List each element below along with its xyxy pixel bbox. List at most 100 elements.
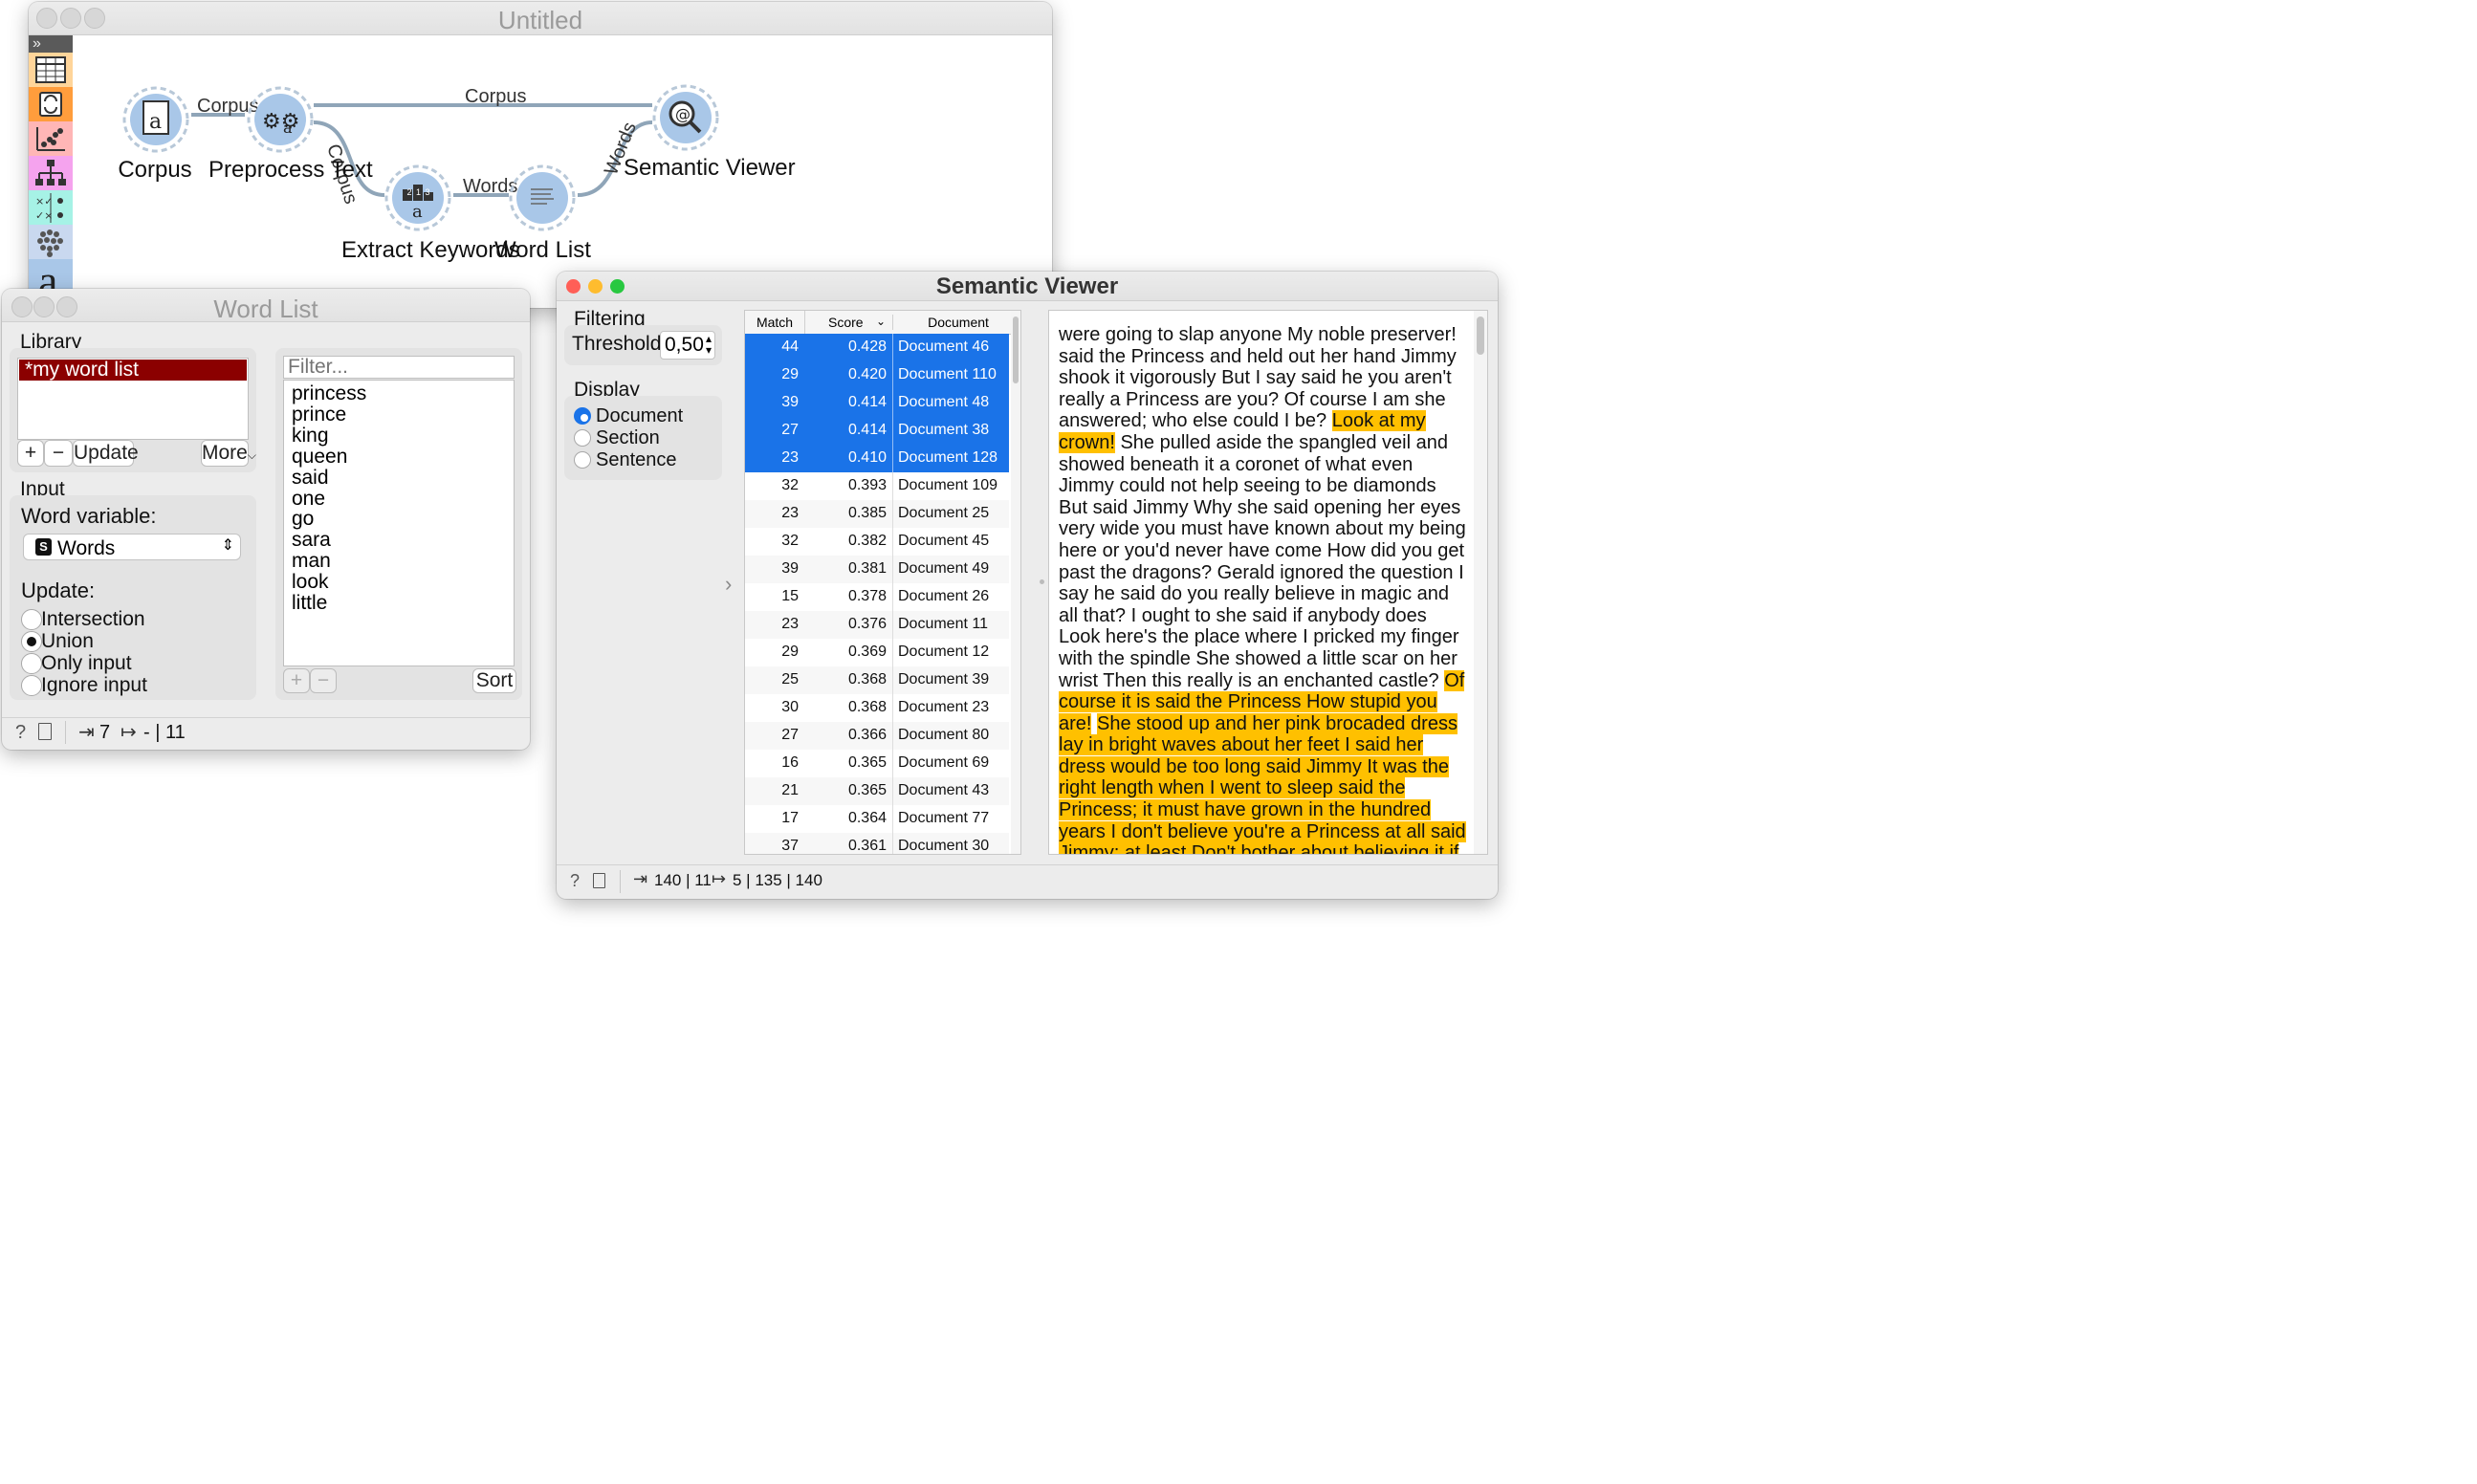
help-icon[interactable]: ?: [15, 722, 26, 744]
column-header-document[interactable]: Document: [892, 315, 1020, 330]
radio-sentence[interactable]: [574, 451, 591, 469]
more-button[interactable]: More⌵: [201, 440, 256, 467]
word-list-titlebar: Word List: [2, 289, 530, 323]
words-list[interactable]: princess prince king queen said one go sara man l…: [283, 380, 515, 666]
word-item[interactable]: queen: [292, 446, 347, 469]
table-row[interactable]: 27 0.414 Document 38: [745, 417, 1009, 446]
semantic-viewer-node[interactable]: @: [652, 84, 719, 151]
threshold-value: 0,50: [665, 334, 704, 356]
word-item[interactable]: man: [292, 550, 331, 573]
report-icon[interactable]: [38, 723, 52, 740]
table-row[interactable]: 27 0.366 Document 80: [745, 722, 1009, 751]
word-item[interactable]: look: [292, 571, 329, 594]
document-view[interactable]: were going to slap anyone My noble prese…: [1048, 310, 1488, 855]
update-option-label: Only input: [41, 652, 132, 674]
radio-intersection[interactable]: [21, 609, 42, 630]
library-item[interactable]: *my word list: [19, 360, 247, 381]
update-option-label: Intersection: [41, 608, 145, 630]
help-icon[interactable]: ?: [570, 871, 580, 891]
table-row[interactable]: 39 0.381 Document 49: [745, 556, 1009, 584]
table-row[interactable]: 29 0.420 Document 110: [745, 361, 1009, 390]
match-cell: 23: [781, 616, 799, 632]
document-scrollbar-thumb[interactable]: [1477, 316, 1484, 355]
library-list[interactable]: *my word list: [17, 358, 249, 440]
extract-keywords-node[interactable]: a 2 1 3: [384, 164, 451, 231]
word-item[interactable]: prince: [292, 404, 346, 426]
update-option-union[interactable]: Union: [21, 630, 231, 653]
status-output-count: 5 | 135 | 140: [733, 871, 822, 889]
display-option-section[interactable]: Section: [574, 427, 717, 448]
add-word-button[interactable]: +: [283, 668, 310, 693]
corpus-node-label: Corpus: [118, 157, 192, 183]
word-item[interactable]: said: [292, 467, 329, 490]
match-cell: 16: [781, 754, 799, 771]
table-row[interactable]: 44 0.428 Document 46: [745, 334, 1009, 362]
table-row[interactable]: 30 0.368 Document 23: [745, 694, 1009, 723]
word-list-node[interactable]: [509, 164, 576, 231]
table-scrollbar[interactable]: [1011, 311, 1020, 854]
table-row[interactable]: 23 0.376 Document 11: [745, 611, 1009, 640]
table-row[interactable]: 32 0.382 Document 45: [745, 528, 1009, 556]
sort-button[interactable]: Sort: [472, 668, 516, 693]
document-cell: Document 23: [898, 699, 990, 715]
radio-ignore-input[interactable]: [21, 675, 42, 696]
svg-text:a: a: [283, 119, 293, 137]
threshold-spinbox[interactable]: 0,50 ▴ ▾: [660, 331, 715, 360]
word-item[interactable]: princess: [292, 382, 366, 405]
collapse-controls-icon[interactable]: ›: [725, 572, 732, 597]
display-option-label: Section: [596, 427, 660, 448]
radio-section[interactable]: [574, 429, 591, 447]
corpus-node[interactable]: a: [122, 86, 189, 153]
word-item[interactable]: little: [292, 592, 327, 615]
status-input-count: 7: [99, 722, 111, 743]
score-cell: 0.365: [847, 782, 887, 798]
chevron-down-icon: ⌵: [247, 448, 256, 462]
column-divider: [892, 361, 893, 389]
preprocess-text-node[interactable]: ⚙⚙ a: [247, 86, 314, 153]
document-cell: Document 69: [898, 754, 990, 771]
table-row[interactable]: 21 0.365 Document 43: [745, 777, 1009, 806]
word-item[interactable]: one: [292, 488, 325, 511]
table-row[interactable]: 32 0.393 Document 109: [745, 472, 1009, 501]
score-cell: 0.410: [847, 449, 887, 466]
table-row[interactable]: 17 0.364 Document 77: [745, 805, 1009, 834]
filter-input[interactable]: [283, 356, 515, 379]
table-scrollbar-thumb[interactable]: [1013, 316, 1019, 383]
column-header-score[interactable]: Score ⌄: [804, 311, 893, 334]
remove-library-button[interactable]: −: [44, 440, 73, 467]
spinner-arrows-icon[interactable]: ▴ ▾: [706, 333, 712, 356]
radio-document[interactable]: [574, 407, 591, 425]
radio-only-input[interactable]: [21, 653, 42, 674]
table-row[interactable]: 15 0.378 Document 26: [745, 583, 1009, 612]
display-option-sentence[interactable]: Sentence: [574, 449, 717, 470]
table-row[interactable]: 23 0.385 Document 25: [745, 500, 1009, 529]
word-variable-select[interactable]: S Words ⇕: [23, 534, 241, 560]
table-row[interactable]: 25 0.368 Document 39: [745, 666, 1009, 695]
radio-union[interactable]: [21, 631, 42, 652]
update-option-intersection[interactable]: Intersection: [21, 608, 231, 631]
table-row[interactable]: 16 0.365 Document 69: [745, 750, 1009, 778]
add-library-button[interactable]: +: [17, 440, 44, 467]
remove-word-button[interactable]: −: [310, 668, 337, 693]
display-option-document[interactable]: Document: [574, 405, 717, 426]
update-option-only-input[interactable]: Only input: [21, 652, 231, 675]
column-divider: [892, 833, 893, 854]
table-row[interactable]: 39 0.414 Document 48: [745, 389, 1009, 418]
update-library-button[interactable]: Update: [73, 440, 139, 467]
column-header-match[interactable]: Match: [745, 315, 804, 330]
match-cell: 32: [781, 533, 799, 549]
semantic-viewer-node-label: Semantic Viewer: [624, 155, 796, 181]
match-cell: 23: [781, 449, 799, 466]
table-header: Match Score ⌄ Document: [745, 311, 1020, 335]
word-item[interactable]: go: [292, 508, 314, 531]
table-row[interactable]: 23 0.410 Document 128: [745, 445, 1009, 473]
table-row[interactable]: 29 0.369 Document 12: [745, 639, 1009, 667]
word-item[interactable]: sara: [292, 529, 331, 552]
report-icon[interactable]: [593, 873, 605, 888]
update-option-ignore-input[interactable]: Ignore input: [21, 674, 231, 697]
column-divider: [892, 556, 893, 583]
word-item[interactable]: king: [292, 425, 329, 447]
splitter-handle[interactable]: [1040, 579, 1044, 584]
table-row[interactable]: 37 0.361 Document 30: [745, 833, 1009, 854]
document-scrollbar[interactable]: [1474, 311, 1487, 854]
